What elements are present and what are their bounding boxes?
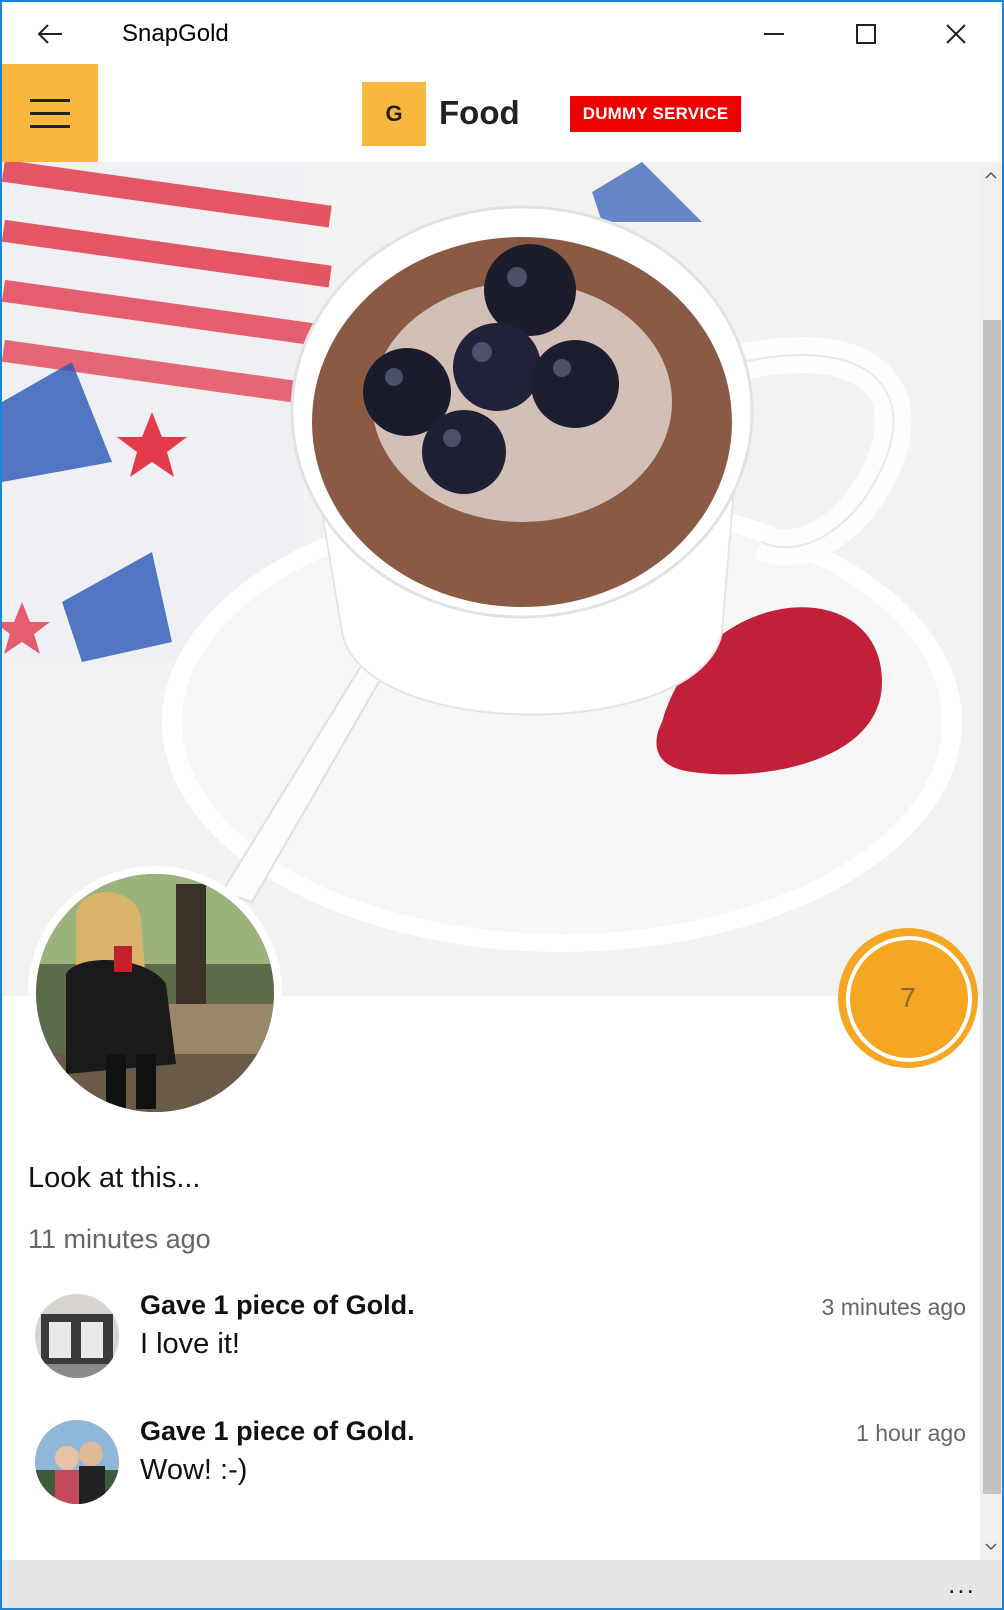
comment-timestamp: 3 minutes ago (821, 1294, 966, 1320)
comment-title: Gave 1 piece of Gold. (140, 1290, 415, 1320)
more-options-button[interactable]: ... (942, 1566, 982, 1602)
comment-avatar[interactable] (35, 1420, 119, 1504)
hamburger-menu-button[interactable] (2, 64, 98, 162)
post-caption: Look at this... (28, 1162, 201, 1194)
vertical-scrollbar[interactable] (980, 162, 1002, 1560)
app-logo: G (362, 82, 426, 146)
scrollbar-thumb[interactable] (983, 320, 1001, 1494)
comment-item[interactable]: Gave 1 piece of Gold. Wow! :-) 1 hour ag… (2, 1416, 980, 1516)
maximize-icon (856, 24, 876, 44)
page-title: Food (439, 94, 520, 131)
hamburger-menu-icon (30, 124, 70, 128)
comment-text: I love it! (140, 1328, 240, 1360)
maximize-button[interactable] (842, 12, 890, 56)
author-avatar[interactable] (28, 866, 282, 1120)
scroll-down-button[interactable] (980, 1536, 1002, 1558)
title-bar: SnapGold (2, 2, 1002, 64)
app-header: G Food DUMMY SERVICE (2, 64, 1002, 162)
service-badge: DUMMY SERVICE (570, 96, 741, 132)
close-icon (946, 24, 966, 44)
comment-item[interactable]: Gave 1 piece of Gold. I love it! 3 minut… (2, 1290, 980, 1390)
gold-count: 7 (900, 982, 916, 1013)
back-arrow-icon (37, 24, 62, 44)
back-button[interactable] (30, 14, 70, 54)
post-detail: 7 Look at this... 11 minutes ago Gave 1 … (2, 162, 980, 1560)
minimize-button[interactable] (750, 12, 798, 56)
minimize-icon (764, 33, 784, 35)
comment-title: Gave 1 piece of Gold. (140, 1416, 415, 1446)
hamburger-menu-icon (30, 98, 70, 102)
close-button[interactable] (932, 12, 980, 56)
window-title: SnapGold (122, 20, 229, 47)
comment-text: Wow! :-) (140, 1454, 248, 1486)
scroll-up-button[interactable] (980, 164, 1002, 186)
comment-timestamp: 1 hour ago (856, 1420, 966, 1446)
bottom-app-bar: ... (2, 1560, 1002, 1608)
chevron-up-icon (985, 171, 997, 179)
chevron-down-icon (985, 1543, 997, 1551)
app-window: SnapGold G Food DUMMY SERVICE 7 Look at … (0, 0, 1004, 1610)
hamburger-menu-icon (30, 111, 70, 115)
post-timestamp: 11 minutes ago (28, 1224, 211, 1254)
give-gold-button[interactable]: 7 (838, 928, 978, 1068)
comment-avatar[interactable] (35, 1294, 119, 1378)
